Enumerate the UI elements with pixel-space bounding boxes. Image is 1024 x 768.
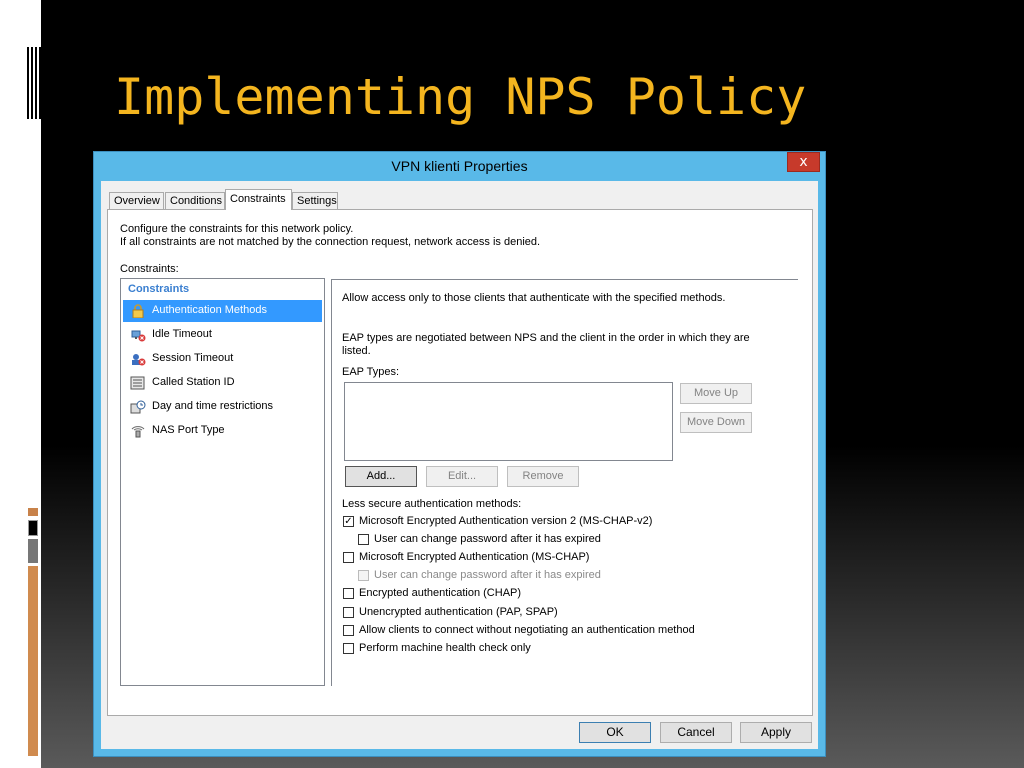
session-timeout-icon xyxy=(130,352,146,366)
eap-types-label: EAP Types: xyxy=(342,366,400,378)
slide-title: Implementing NPS Policy xyxy=(114,68,807,126)
tab-overview[interactable]: Overview xyxy=(109,192,164,209)
constraints-list-header: Constraints xyxy=(128,283,190,295)
constraint-label: NAS Port Type xyxy=(152,424,225,436)
option-label: Encrypted authentication (CHAP) xyxy=(359,587,522,599)
station-id-icon xyxy=(130,376,146,390)
checkbox-chap[interactable] xyxy=(343,588,354,599)
option-label: Allow clients to connect without negotia… xyxy=(359,624,695,636)
detail-intro: Allow access only to those clients that … xyxy=(342,292,726,304)
decorative-bar xyxy=(28,508,38,756)
description-line-2: If all constraints are not matched by th… xyxy=(120,236,541,248)
constraints-list[interactable]: Constraints Authentication Methods Idle … xyxy=(120,278,325,686)
dialog-client-area: Overview Conditions Constraints Settings… xyxy=(101,181,818,749)
checkbox-mschap[interactable] xyxy=(343,552,354,563)
constraint-label: Session Timeout xyxy=(152,352,234,364)
dialog-titlebar[interactable]: VPN klienti Properties x xyxy=(94,152,825,180)
calendar-clock-icon xyxy=(130,400,146,414)
constraint-label: Idle Timeout xyxy=(152,328,212,340)
lock-icon xyxy=(130,304,146,319)
option-label: Perform machine health check only xyxy=(359,642,531,654)
decorative-lines xyxy=(27,47,41,119)
checkbox-pap-spap[interactable] xyxy=(343,607,354,618)
eap-types-list[interactable] xyxy=(344,382,673,461)
constraints-panel: Configure the constraints for this netwo… xyxy=(107,209,813,716)
cancel-button[interactable]: Cancel xyxy=(660,722,732,743)
checkbox-no-negotiation[interactable] xyxy=(343,625,354,636)
tab-settings[interactable]: Settings xyxy=(292,192,338,209)
constraint-label: Called Station ID xyxy=(152,376,235,388)
less-secure-label: Less secure authentication methods: xyxy=(342,498,522,510)
constraint-item-day-time-restrictions[interactable]: Day and time restrictions xyxy=(123,396,322,418)
description-line-1: Configure the constraints for this netwo… xyxy=(120,223,354,235)
option-label: Microsoft Encrypted Authentication versi… xyxy=(359,515,653,527)
constraint-item-session-timeout[interactable]: Session Timeout xyxy=(123,348,322,370)
tab-constraints[interactable]: Constraints xyxy=(225,189,292,210)
idle-timeout-icon xyxy=(130,328,146,342)
option-label: Microsoft Encrypted Authentication (MS-C… xyxy=(359,551,590,563)
checkbox-mschap-change-password[interactable] xyxy=(358,570,369,581)
tab-conditions[interactable]: Conditions xyxy=(165,192,225,209)
option-label: User can change password after it has ex… xyxy=(374,533,601,545)
add-eap-button[interactable]: Add... xyxy=(345,466,417,487)
properties-dialog: VPN klienti Properties x Overview Condit… xyxy=(93,151,826,757)
checkbox-mschapv2[interactable]: ✓ xyxy=(343,516,354,527)
remove-eap-button[interactable]: Remove xyxy=(507,466,579,487)
eap-note-line-2: listed. xyxy=(342,345,371,357)
apply-button[interactable]: Apply xyxy=(740,722,812,743)
option-label: Unencrypted authentication (PAP, SPAP) xyxy=(359,606,558,618)
option-label: User can change password after it has ex… xyxy=(374,569,601,581)
constraint-item-called-station-id[interactable]: Called Station ID xyxy=(123,372,322,394)
ok-button[interactable]: OK xyxy=(579,722,651,743)
constraints-label: Constraints: xyxy=(120,263,179,275)
eap-note-line-1: EAP types are negotiated between NPS and… xyxy=(342,332,750,344)
antenna-icon xyxy=(130,424,146,438)
move-down-button[interactable]: Move Down xyxy=(680,412,752,433)
constraint-item-nas-port-type[interactable]: NAS Port Type xyxy=(123,420,322,442)
constraint-item-authentication-methods[interactable]: Authentication Methods xyxy=(123,300,322,322)
checkbox-mschapv2-change-password[interactable] xyxy=(358,534,369,545)
move-up-button[interactable]: Move Up xyxy=(680,383,752,404)
edit-eap-button[interactable]: Edit... xyxy=(426,466,498,487)
checkbox-machine-health-check[interactable] xyxy=(343,643,354,654)
close-icon: x xyxy=(799,154,808,170)
constraint-item-idle-timeout[interactable]: Idle Timeout xyxy=(123,324,322,346)
constraint-detail-pane: Allow access only to those clients that … xyxy=(331,279,798,686)
dialog-title: VPN klienti Properties xyxy=(391,158,528,174)
constraint-label: Day and time restrictions xyxy=(152,400,274,412)
close-button[interactable]: x xyxy=(787,152,820,172)
constraint-label: Authentication Methods xyxy=(152,304,267,316)
